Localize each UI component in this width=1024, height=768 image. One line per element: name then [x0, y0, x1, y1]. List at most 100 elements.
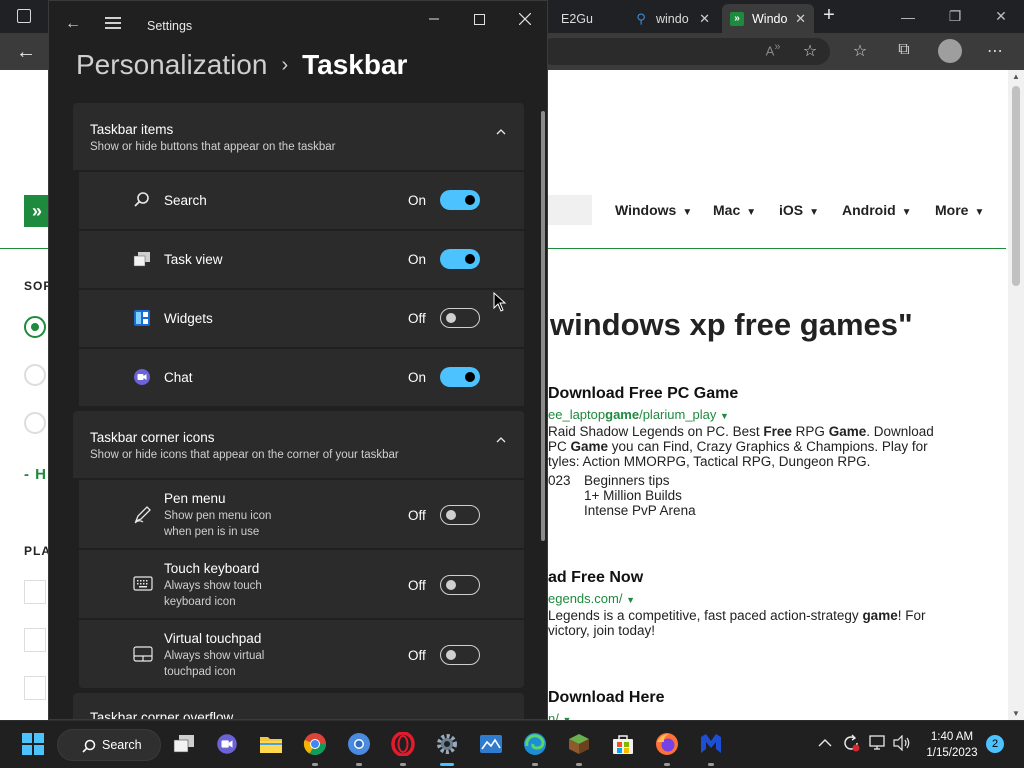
network-icon[interactable] — [869, 735, 887, 754]
malwarebytes-icon[interactable] — [698, 731, 724, 757]
chrome-icon[interactable] — [302, 731, 328, 757]
chat-icon[interactable] — [214, 731, 240, 757]
sort-radio[interactable] — [24, 412, 46, 434]
ad-url[interactable]: egends.com/ ▼ — [548, 591, 635, 606]
close-icon[interactable]: ✕ — [978, 0, 1024, 33]
clock[interactable]: 1:40 AM 1/15/2023 — [922, 729, 982, 761]
task-view-icon[interactable] — [171, 731, 197, 757]
taskbar-search-button[interactable]: Search — [57, 729, 161, 761]
show-hidden-icons-chevron-icon[interactable] — [818, 735, 832, 751]
hamburger-menu-icon[interactable] — [105, 17, 121, 29]
title-bar: ← Settings — [49, 1, 547, 49]
volume-icon[interactable] — [893, 734, 911, 754]
firefox-icon[interactable] — [654, 731, 680, 757]
back-arrow-icon[interactable]: ← — [16, 41, 36, 64]
scrollbar-thumb[interactable] — [1012, 86, 1020, 286]
site-logo[interactable]: » — [24, 195, 50, 227]
sitelink[interactable]: 1+ Million Builds — [584, 488, 696, 503]
ad-sitelinks[interactable]: Beginners tips 1+ Million Builds Intense… — [584, 473, 696, 518]
browser-tab-e2gu[interactable]: E2Gu — [553, 4, 623, 33]
opera-icon[interactable] — [390, 731, 416, 757]
breadcrumb: Personalization › Taskbar — [76, 49, 407, 81]
edge-icon[interactable] — [522, 731, 548, 757]
running-indicator — [356, 763, 362, 766]
nav-ios[interactable]: iOS ▼ — [779, 202, 819, 218]
profile-avatar[interactable] — [938, 39, 962, 63]
toggle-state: On — [408, 370, 427, 385]
settings-scrollbar[interactable] — [541, 111, 545, 541]
group-subtitle: Show or hide icons that appear on the co… — [90, 449, 399, 461]
ad-headline[interactable]: Download Here — [548, 689, 664, 707]
page-scrollbar[interactable]: ▲ ▼ — [1008, 70, 1024, 720]
minimize-icon[interactable]: — — [885, 0, 931, 33]
add-favorite-icon[interactable]: ☆ — [799, 41, 821, 61]
more-menu-icon[interactable]: ⋯ — [984, 41, 1006, 61]
ad-headline[interactable]: Download Free PC Game — [548, 385, 738, 403]
ad-headline[interactable]: ad Free Now — [548, 569, 643, 587]
chevron-up-icon[interactable] — [496, 435, 506, 445]
pen-icon — [134, 506, 151, 524]
collections-icon[interactable]: ⧉ — [893, 41, 915, 59]
toggle-state: Off — [408, 648, 426, 663]
minecraft-icon[interactable] — [566, 731, 592, 757]
sitelink[interactable]: Beginners tips — [584, 473, 696, 488]
virtual-touchpad-toggle[interactable] — [440, 645, 480, 665]
sort-radio[interactable] — [24, 364, 46, 386]
minimize-icon[interactable] — [414, 7, 454, 31]
group-taskbar-corner-icons[interactable]: Taskbar corner icons Show or hide icons … — [73, 411, 524, 478]
scroll-down-icon[interactable]: ▼ — [1008, 709, 1024, 718]
left-link[interactable]: - H — [24, 466, 47, 483]
favorites-icon[interactable]: ☆ — [849, 41, 871, 61]
store-icon[interactable] — [610, 731, 636, 757]
clock-time: 1:40 AM — [930, 731, 974, 743]
ad-url[interactable]: n/ ▼ — [548, 711, 571, 720]
toggle-row-virtual-touchpad: Virtual touchpad Always show virtual touc… — [79, 620, 524, 688]
ad-url[interactable]: ee_laptopgame/plarium_play ▼ — [548, 407, 729, 422]
platform-checkbox[interactable] — [24, 628, 46, 652]
sort-radio-selected[interactable] — [24, 316, 46, 338]
widgets-toggle[interactable] — [440, 308, 480, 328]
toggle-description: Always show virtual touchpad icon — [164, 650, 265, 678]
task-view-toggle[interactable] — [440, 249, 480, 269]
search-icon — [82, 739, 96, 753]
breadcrumb-parent[interactable]: Personalization — [76, 49, 267, 80]
browser-tab-active[interactable]: » Windo ✕ — [722, 4, 814, 33]
platform-checkbox[interactable] — [24, 580, 46, 604]
touch-keyboard-toggle[interactable] — [440, 575, 480, 595]
nav-windows[interactable]: Windows ▼ — [615, 202, 692, 218]
maximize-icon[interactable] — [459, 7, 499, 31]
file-explorer-icon[interactable] — [258, 731, 284, 757]
settings-gear-icon[interactable] — [434, 731, 460, 757]
address-bar[interactable] — [540, 38, 830, 65]
sitelink[interactable]: Intense PvP Arena — [584, 503, 696, 518]
notification-badge[interactable]: 2 — [986, 735, 1004, 753]
back-arrow-icon[interactable]: ← — [65, 15, 81, 33]
browser-tab-search[interactable]: ⚲ windo ✕ — [626, 4, 718, 33]
search-toggle[interactable] — [440, 190, 480, 210]
scroll-up-icon[interactable]: ▲ — [1008, 72, 1024, 81]
read-aloud-icon[interactable]: A» — [762, 41, 784, 58]
caret-down-icon: ▼ — [901, 207, 912, 218]
close-icon[interactable] — [505, 7, 545, 31]
group-taskbar-corner-overflow[interactable]: Taskbar corner overflow — [73, 693, 524, 719]
restore-icon[interactable]: ❐ — [932, 0, 978, 33]
pen-menu-toggle[interactable] — [440, 505, 480, 525]
chat-toggle[interactable] — [440, 367, 480, 387]
platform-checkbox[interactable] — [24, 676, 46, 700]
chevron-up-icon[interactable] — [496, 127, 506, 137]
nav-more[interactable]: More ▼ — [935, 202, 984, 218]
start-icon[interactable] — [20, 731, 46, 757]
toggle-row-chat: Chat On — [79, 349, 524, 406]
chromium-icon[interactable] — [346, 731, 372, 757]
new-tab-icon[interactable]: + — [820, 5, 838, 25]
close-tab-icon[interactable]: ✕ — [699, 11, 710, 27]
photos-icon[interactable] — [478, 731, 504, 757]
group-taskbar-items[interactable]: Taskbar items Show or hide buttons that … — [73, 103, 524, 170]
platform-heading: PLA — [24, 544, 51, 558]
nav-mac[interactable]: Mac ▼ — [713, 202, 756, 218]
update-sync-icon[interactable] — [842, 734, 860, 755]
nav-android[interactable]: Android ▼ — [842, 202, 912, 218]
close-tab-icon[interactable]: ✕ — [795, 11, 806, 27]
tab-actions-icon[interactable] — [17, 9, 31, 23]
site-search-input[interactable] — [548, 195, 592, 225]
